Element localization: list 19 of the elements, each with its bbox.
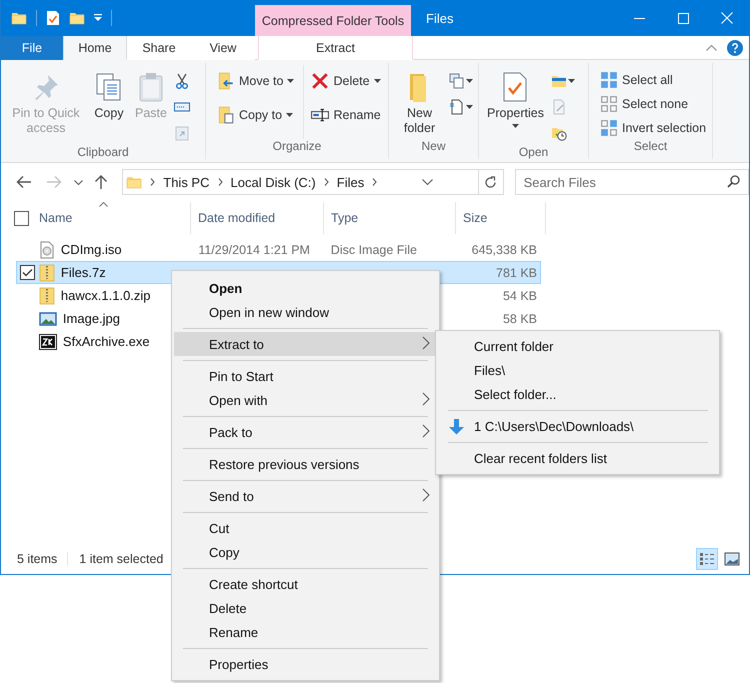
size-cell: 58 KB bbox=[502, 312, 538, 326]
group-label: Select bbox=[632, 139, 668, 155]
window-title: Files bbox=[426, 10, 454, 26]
contextual-tab-group: Compressed Folder Tools bbox=[255, 5, 411, 36]
size-cell: 781 KB bbox=[496, 266, 538, 280]
group-label: New bbox=[420, 139, 446, 155]
status-text: 5 items bbox=[17, 552, 68, 566]
file-name: CDImg.iso bbox=[60, 242, 122, 257]
file-name: hawcx.1.1.0.zip bbox=[60, 288, 151, 303]
group-label: Organize bbox=[272, 139, 322, 155]
type-cell: Disc Image File bbox=[330, 242, 417, 256]
file-name: Files.7z bbox=[60, 265, 106, 280]
file-name: Image.jpg bbox=[62, 311, 120, 326]
size-cell: 645,338 KB bbox=[472, 242, 538, 256]
size-cell: 54 KB bbox=[502, 288, 538, 302]
file-name: SfxArchive.exe bbox=[62, 334, 150, 349]
date-cell: 11/29/2014 1:21 PM bbox=[198, 242, 310, 256]
group-label: Open bbox=[518, 145, 550, 159]
group-label: Clipboard bbox=[76, 145, 130, 159]
